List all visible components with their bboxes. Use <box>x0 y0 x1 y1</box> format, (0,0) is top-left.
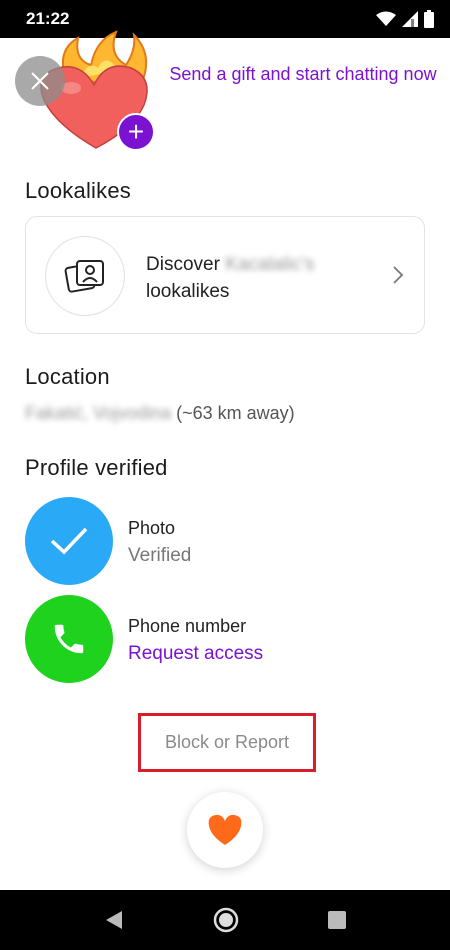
discover-word: Discover <box>146 254 220 275</box>
system-nav-bar <box>0 890 450 950</box>
battery-icon <box>424 10 434 28</box>
photo-label: Photo <box>128 518 176 538</box>
block-or-report-button[interactable]: Block or Report <box>138 713 316 772</box>
blurred-profile-name: Kacalalic's <box>225 254 315 275</box>
location-distance: (~63 km away) <box>176 403 295 423</box>
lookalikes-word: lookalikes <box>146 281 230 302</box>
close-icon <box>31 72 49 90</box>
lookalike-icon-circle <box>45 236 125 316</box>
like-button[interactable] <box>187 792 263 868</box>
location-title: Location <box>25 364 110 389</box>
profile-verified-title: Profile verified <box>25 455 168 480</box>
discover-lookalikes-label: Discover Kacalalic's lookalikes <box>146 251 314 305</box>
discover-lookalikes-card[interactable]: Discover Kacalalic's lookalikes <box>25 216 425 334</box>
phone-icon <box>54 624 84 654</box>
wifi-icon <box>376 11 396 26</box>
photo-stack-icon <box>64 260 104 293</box>
request-access-link[interactable]: Request access <box>128 643 263 665</box>
home-icon[interactable] <box>213 907 239 933</box>
chevron-right-icon <box>393 266 404 284</box>
send-gift-link[interactable]: Send a gift and start chatting now <box>168 62 438 87</box>
status-time: 21:22 <box>26 9 70 28</box>
blurred-location: Fakatić, Vojvodina <box>25 403 172 423</box>
add-gift-button[interactable]: + <box>117 113 155 151</box>
photo-status: Verified <box>128 545 192 566</box>
close-button[interactable] <box>15 56 65 106</box>
phone-verified-badge <box>25 595 113 683</box>
block-or-report-label: Block or Report <box>164 732 290 752</box>
status-icons <box>376 10 434 28</box>
heart-icon <box>208 814 242 845</box>
phone-label: Phone number <box>128 616 247 636</box>
location-value: Fakatić, Vojvodina (~63 km away) <box>25 403 295 424</box>
photo-verified-badge <box>25 497 113 585</box>
signal-icon <box>402 11 418 27</box>
lookalikes-title: Lookalikes <box>25 178 131 203</box>
recents-icon[interactable] <box>327 911 346 929</box>
checkmark-icon <box>50 527 88 555</box>
back-icon[interactable] <box>104 910 124 930</box>
